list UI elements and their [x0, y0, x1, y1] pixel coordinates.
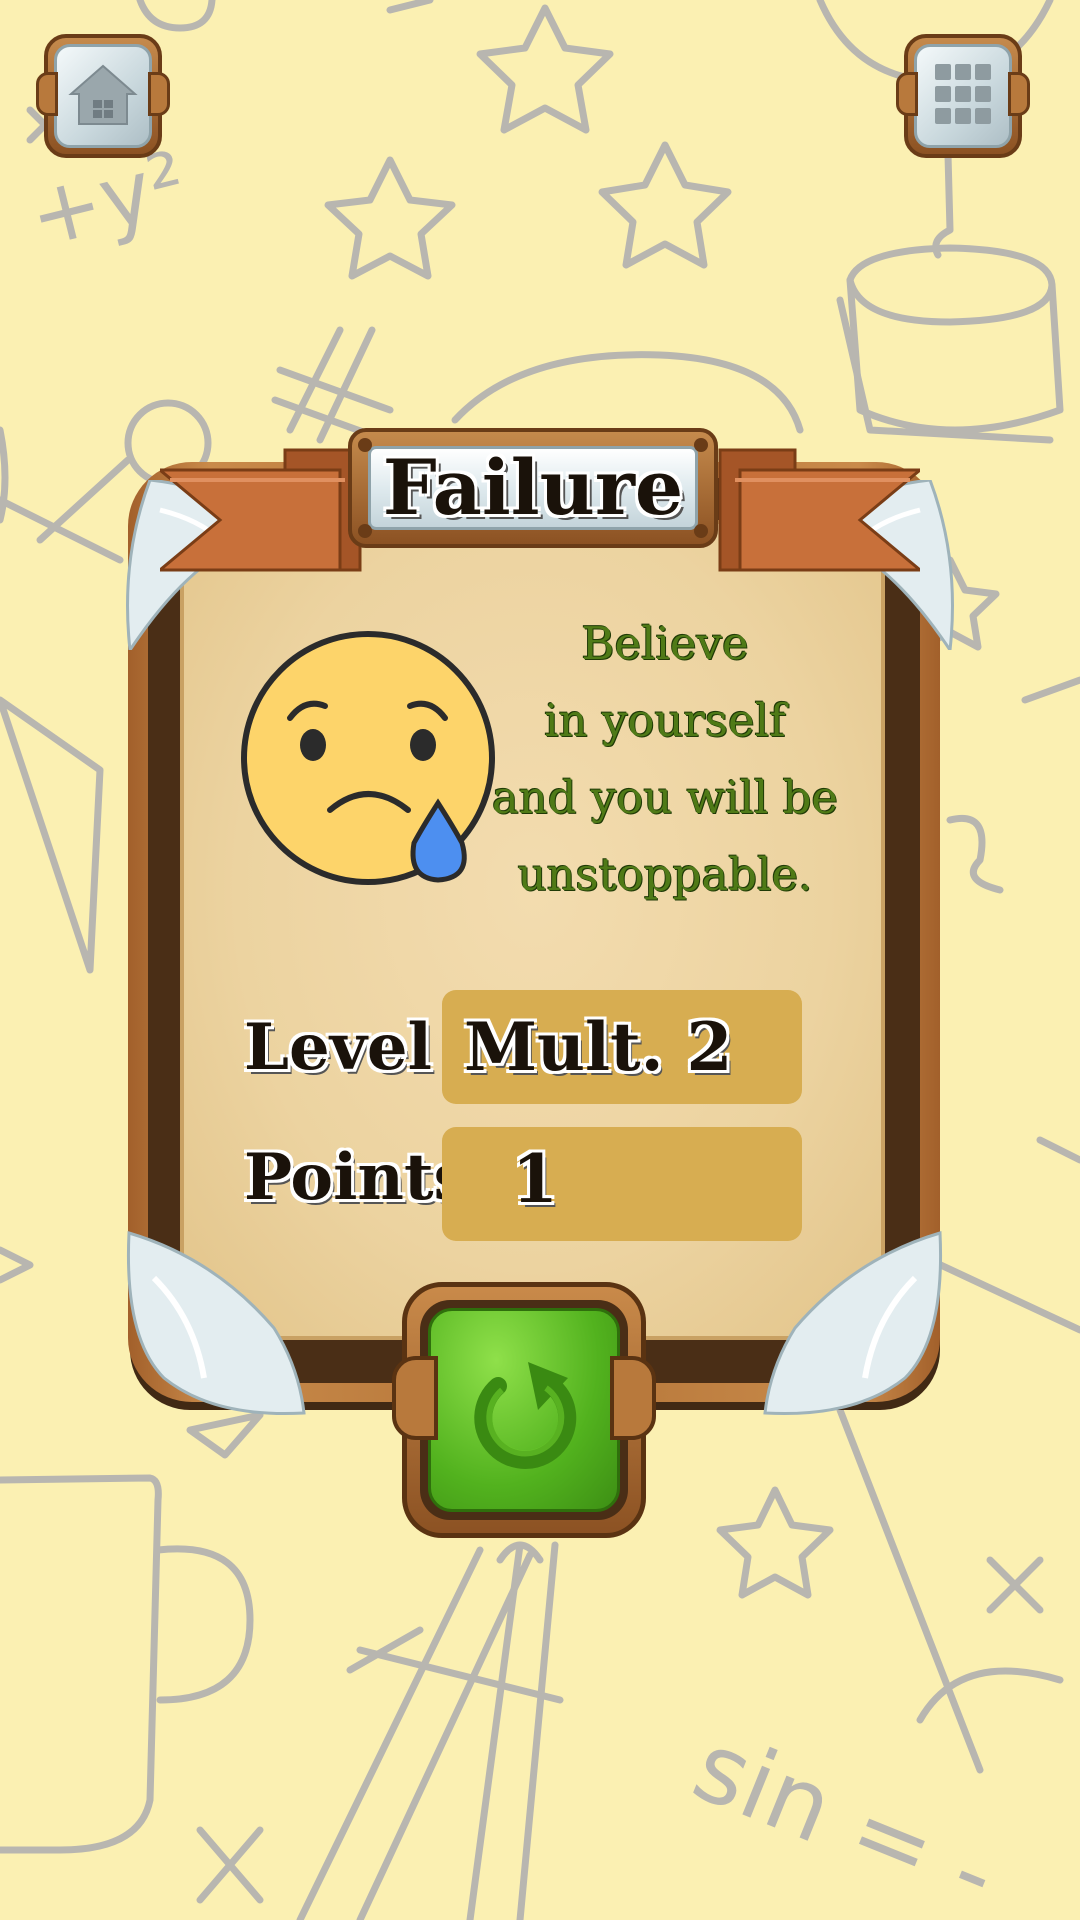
sad-face-icon	[241, 631, 495, 885]
points-label: Points	[244, 1140, 470, 1215]
page-title: Failure	[382, 443, 684, 532]
house-icon	[68, 64, 138, 125]
points-value-box	[442, 1127, 802, 1241]
retry-arrow-icon	[474, 1362, 577, 1469]
points-value: 1	[512, 1140, 558, 1218]
home-button[interactable]	[36, 30, 170, 162]
level-label: Level	[244, 1010, 432, 1085]
level-menu-button[interactable]	[896, 30, 1030, 162]
level-value: Mult. 2	[464, 1008, 733, 1086]
svg-text:sin = -: sin = -	[679, 1710, 1012, 1920]
motivation-message: Believe in yourself and you will be unst…	[491, 617, 839, 901]
grid-icon	[935, 64, 991, 124]
retry-button[interactable]	[392, 1282, 656, 1538]
corner-ornament-bottom-right	[763, 1231, 943, 1416]
corner-ornament-bottom-left	[126, 1231, 306, 1416]
